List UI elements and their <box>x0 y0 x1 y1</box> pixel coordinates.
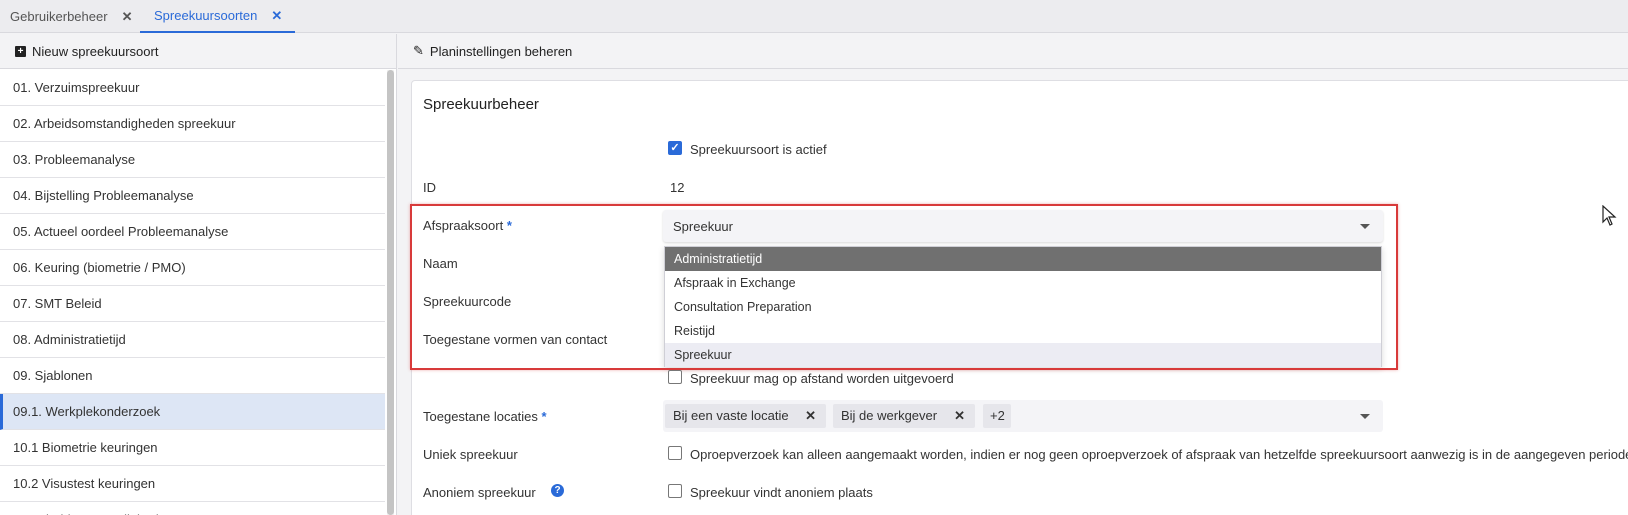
dropdown-option[interactable]: Reistijd <box>665 319 1381 343</box>
dropdown-option[interactable]: Afspraak in Exchange <box>665 271 1381 295</box>
list-item-selected[interactable]: 09.1. Werkplekonderzoek <box>0 394 385 430</box>
dropdown-option[interactable]: Administratietijd <box>665 247 1381 271</box>
close-icon[interactable]: ✕ <box>271 8 282 24</box>
chevron-down-icon[interactable] <box>1360 224 1370 229</box>
list-item[interactable]: 02. Arbeidsomstandigheden spreekuur <box>0 106 385 142</box>
remove-chip-icon[interactable]: ✕ <box>805 404 816 428</box>
spreekuurcode-label: Spreekuurcode <box>423 294 512 309</box>
active-checkbox-label: Spreekuursoort is actief <box>690 142 827 157</box>
location-chip: Bij de werkgever ✕ <box>833 404 975 428</box>
locaties-label: Toegestane locaties * <box>423 409 547 424</box>
active-checkbox[interactable]: ✓ <box>668 141 682 155</box>
mouse-cursor-icon <box>1602 205 1617 226</box>
locaties-multiselect[interactable]: Bij een vaste locatie ✕ Bij de werkgever… <box>663 400 1383 432</box>
list-item[interactable]: 08. Administratietijd <box>0 322 385 358</box>
list-item[interactable]: 01. Verzuimspreekuur <box>0 70 385 106</box>
help-icon[interactable]: ? <box>551 484 564 497</box>
afspraaksoort-label: Afspraaksoort * <box>423 218 512 233</box>
anoniem-checkbox[interactable] <box>668 484 682 498</box>
tab-label: Gebruikerbeheer <box>10 9 108 24</box>
spreekuursoort-list: 01. Verzuimspreekuur 02. Arbeidsomstandi… <box>0 70 385 515</box>
close-icon[interactable]: ✕ <box>122 9 133 25</box>
left-panel: + Nieuw spreekuursoort 01. Verzuimspreek… <box>0 34 397 515</box>
new-button-label: Nieuw spreekuursoort <box>32 43 159 59</box>
anoniem-checkbox-label: Spreekuur vindt anoniem plaats <box>690 485 873 500</box>
plus-square-icon: + <box>15 45 26 57</box>
uniek-label: Uniek spreekuur <box>423 447 518 462</box>
list-item[interactable]: 11. Arbeidsomstandigheden... <box>0 502 385 515</box>
afspraaksoort-dropdown: Administratietijd Afspraak in Exchange C… <box>664 246 1382 367</box>
remote-checkbox[interactable] <box>668 370 682 384</box>
uniek-checkbox[interactable] <box>668 446 682 460</box>
select-value: Spreekuur <box>673 219 733 234</box>
chevron-down-icon[interactable] <box>1360 414 1370 419</box>
anoniem-label: Anoniem spreekuur <box>423 485 536 500</box>
page-title: Spreekuurbeheer <box>423 96 539 113</box>
list-item[interactable]: 04. Bijstelling Probleemanalyse <box>0 178 385 214</box>
list-item[interactable]: 07. SMT Beleid <box>0 286 385 322</box>
more-chips-badge[interactable]: +2 <box>983 404 1011 428</box>
dropdown-option[interactable]: Consultation Preparation <box>665 295 1381 319</box>
remove-chip-icon[interactable]: ✕ <box>954 404 965 428</box>
tab-gebruikerbeheer[interactable]: Gebruikerbeheer ✕ <box>10 0 132 33</box>
new-spreekuursoort-button[interactable]: + Nieuw spreekuursoort <box>0 34 396 69</box>
plan-settings-button[interactable]: ✎ Planinstellingen beheren <box>398 34 1628 69</box>
uniek-checkbox-label: Oproepverzoek kan alleen aangemaakt word… <box>690 447 1628 462</box>
list-item[interactable]: 05. Actueel oordeel Probleemanalyse <box>0 214 385 250</box>
list-item[interactable]: 06. Keuring (biometrie / PMO) <box>0 250 385 286</box>
list-item[interactable]: 03. Probleemanalyse <box>0 142 385 178</box>
list-scrollbar[interactable] <box>387 70 394 515</box>
list-item[interactable]: 10.2 Visustest keuringen <box>0 466 385 502</box>
tab-bar: Gebruikerbeheer ✕ Spreekuursoorten ✕ <box>0 0 1628 33</box>
tab-label: Spreekuursoorten <box>154 8 258 23</box>
plan-settings-label: Planinstellingen beheren <box>429 43 573 59</box>
edit-icon: ✎ <box>413 43 424 58</box>
tab-spreekuursoorten[interactable]: Spreekuursoorten ✕ <box>140 0 295 33</box>
id-value: 12 <box>670 180 685 195</box>
location-chip: Bij een vaste locatie ✕ <box>665 404 826 428</box>
afspraaksoort-select[interactable]: Spreekuur <box>663 210 1383 242</box>
naam-label: Naam <box>423 256 458 271</box>
list-item[interactable]: 10.1 Biometrie keuringen <box>0 430 385 466</box>
remote-checkbox-label: Spreekuur mag op afstand worden uitgevoe… <box>690 371 954 386</box>
list-item[interactable]: 09. Sjablonen <box>0 358 385 394</box>
dropdown-option-selected[interactable]: Spreekuur <box>665 343 1381 367</box>
id-label: ID <box>423 180 436 195</box>
contact-label: Toegestane vormen van contact <box>423 332 608 347</box>
scrollbar-thumb[interactable] <box>387 70 394 515</box>
